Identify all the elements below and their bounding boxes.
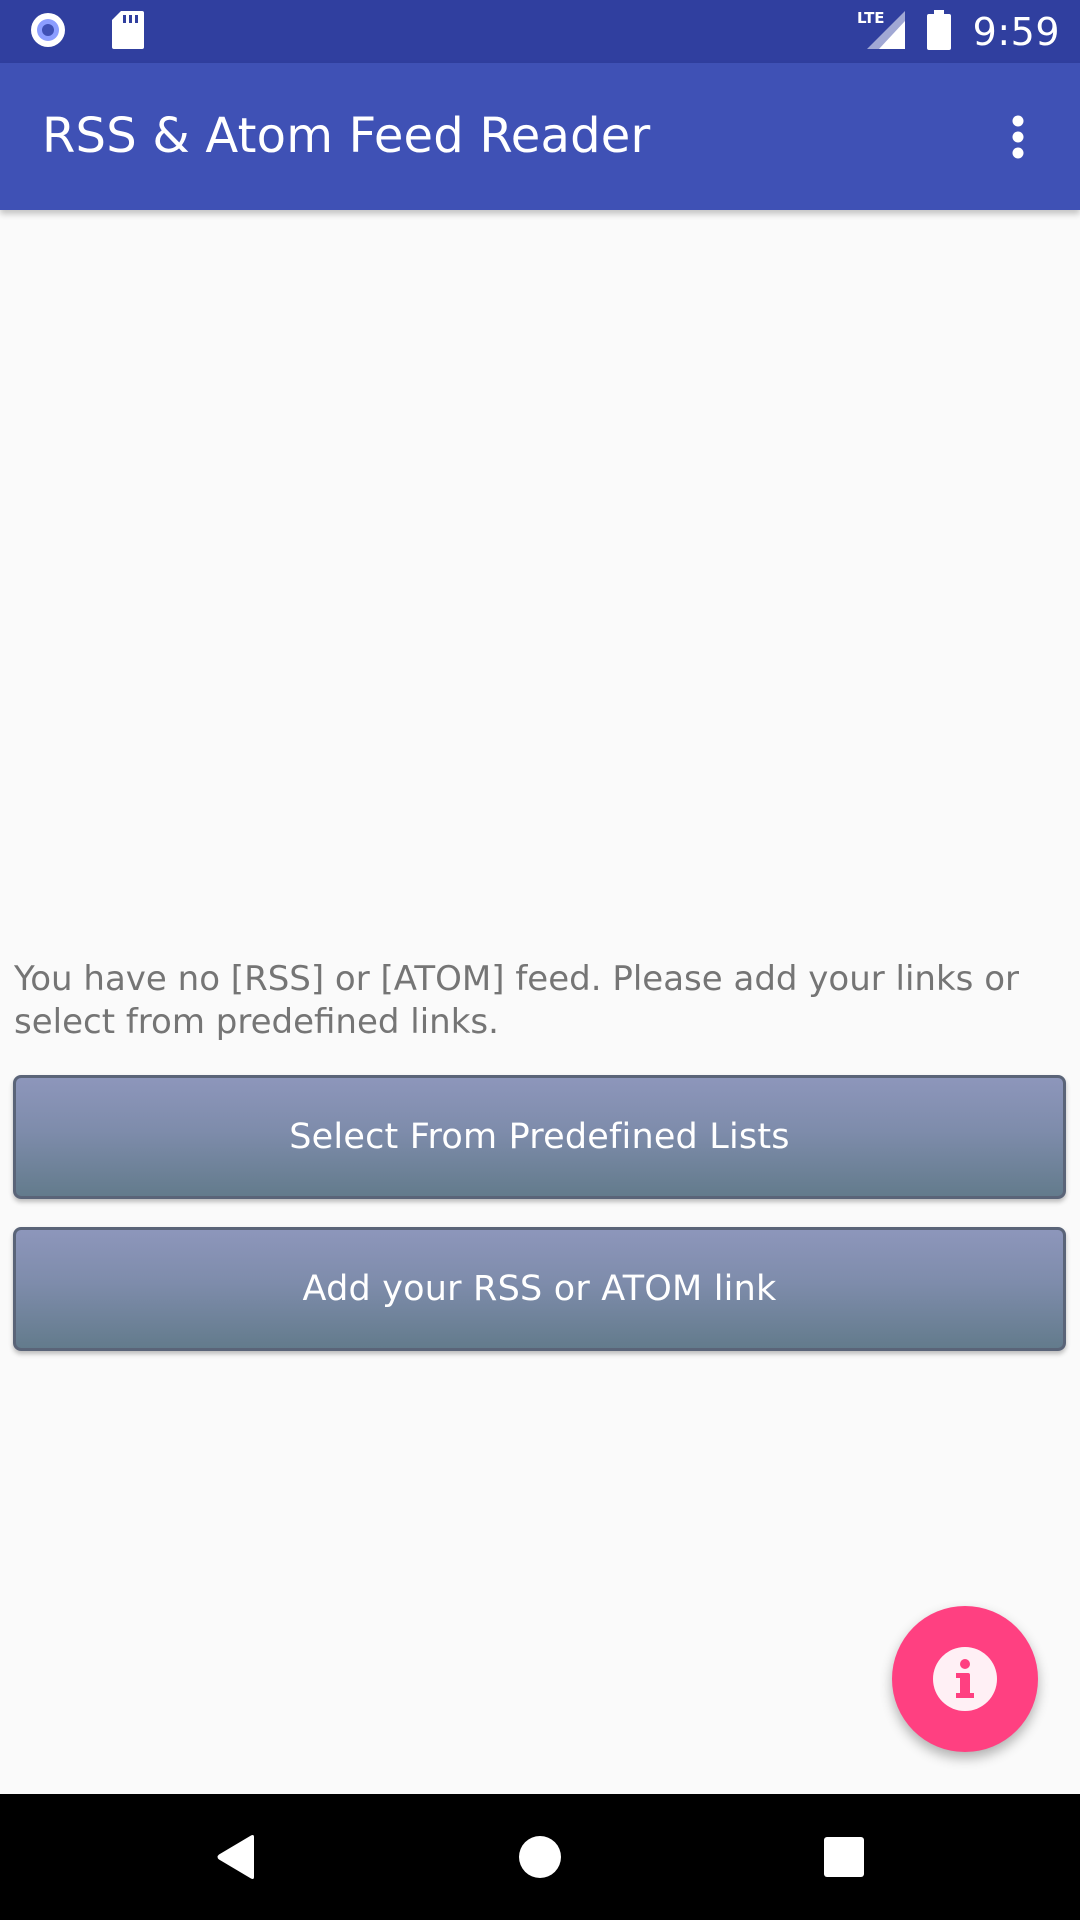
add-rss-atom-link-label: Add your RSS or ATOM link — [302, 1269, 777, 1309]
overflow-menu-button[interactable] — [978, 97, 1058, 177]
home-button[interactable] — [504, 1821, 576, 1893]
app-bar: RSS & Atom Feed Reader — [0, 63, 1080, 210]
recents-icon — [824, 1837, 864, 1877]
recents-button[interactable] — [808, 1821, 880, 1893]
empty-feed-message: You have no [RSS] or [ATOM] feed. Please… — [14, 959, 1019, 1042]
record-icon — [28, 10, 68, 54]
select-predefined-lists-button[interactable]: Select From Predefined Lists — [13, 1075, 1066, 1199]
battery-icon — [926, 9, 951, 54]
navigation-bar — [0, 1794, 1080, 1920]
status-bar: LTE 9:59 — [0, 0, 1080, 63]
overflow-menu-icon — [1012, 115, 1024, 159]
select-predefined-lists-label: Select From Predefined Lists — [289, 1117, 790, 1157]
sd-card-icon — [112, 11, 144, 53]
home-icon — [519, 1836, 561, 1878]
status-right-icons: LTE 9:59 — [857, 0, 1060, 63]
main-content: You have no [RSS] or [ATOM] feed. Please… — [0, 210, 1080, 1794]
status-time: 9:59 — [972, 9, 1060, 54]
info-icon — [933, 1647, 997, 1711]
lte-signal-icon: LTE — [857, 9, 907, 55]
back-icon — [217, 1835, 254, 1879]
app-title: RSS & Atom Feed Reader — [42, 108, 651, 164]
info-fab-button[interactable] — [892, 1606, 1038, 1752]
status-left-icons — [28, 10, 144, 54]
add-rss-atom-link-button[interactable]: Add your RSS or ATOM link — [13, 1227, 1066, 1351]
back-button[interactable] — [200, 1821, 272, 1893]
lte-label: LTE — [857, 9, 885, 27]
